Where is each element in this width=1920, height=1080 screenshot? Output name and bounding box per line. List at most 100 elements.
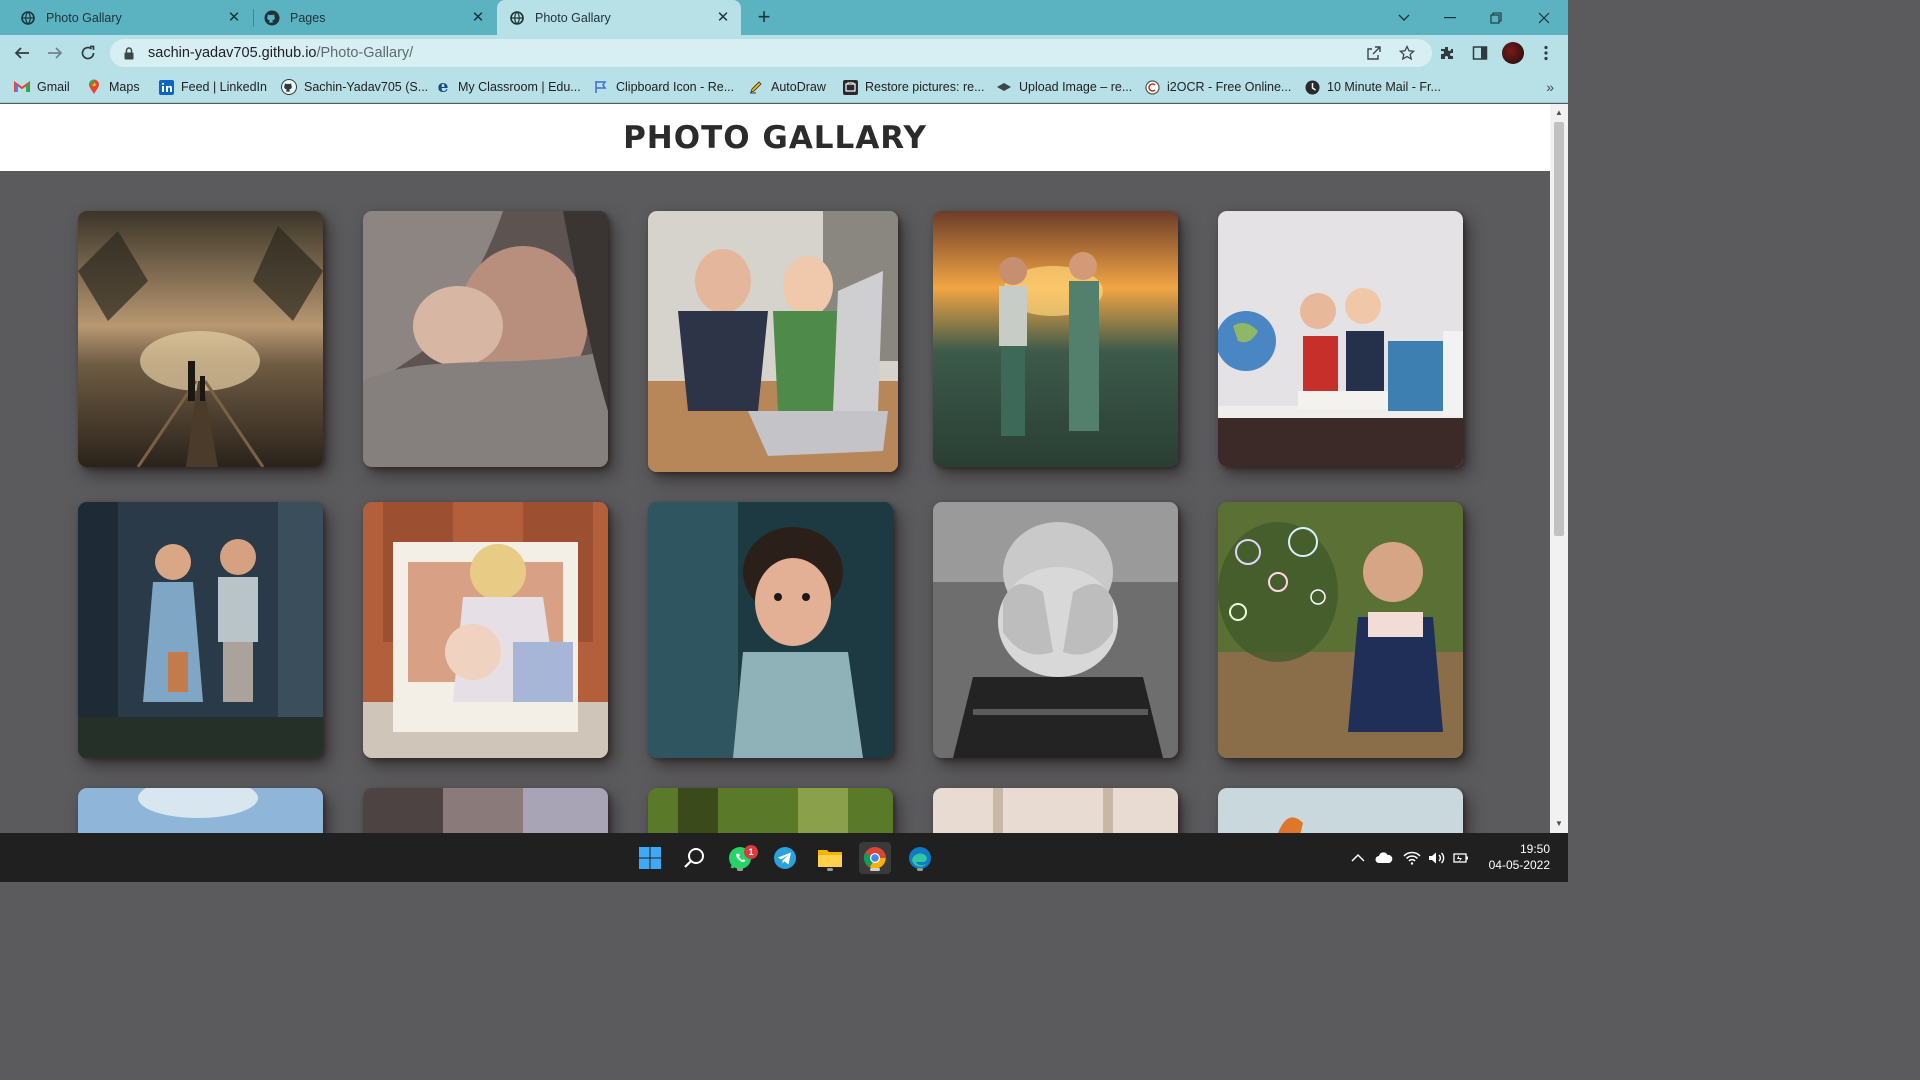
tab-strip: Photo Gallary ✕ Pages ✕ Photo Gallary ✕ …	[0, 0, 1568, 35]
photo-father-and-child-on-railway-tracks[interactable]	[78, 211, 323, 467]
i2ocr-icon	[1144, 79, 1160, 95]
mail-icon	[1304, 79, 1320, 95]
share-icon[interactable]	[1362, 39, 1386, 67]
gmail-icon	[14, 79, 30, 95]
tab-label: Pages	[290, 10, 326, 25]
close-window-icon[interactable]	[1521, 0, 1567, 35]
bookmark-label: AutoDraw	[771, 80, 826, 94]
flag-icon	[593, 79, 609, 95]
bookmark-label: My Classroom | Edu...	[458, 80, 581, 94]
tab-photo-gallary-1[interactable]: Photo Gallary ✕	[0, 0, 252, 35]
close-tab-icon[interactable]: ✕	[715, 9, 731, 26]
system-clock[interactable]: 19:50 04-05-2022	[1489, 841, 1550, 873]
clock-date: 04-05-2022	[1488, 858, 1550, 872]
browser-toolbar: sachin-yadav705.github.io/Photo-Gallary/	[0, 35, 1568, 71]
volume-icon[interactable]	[1428, 833, 1446, 882]
close-tab-icon[interactable]: ✕	[226, 9, 242, 26]
tab-label: Photo Gallary	[46, 10, 122, 25]
whatsapp-icon[interactable]: 1	[724, 842, 758, 874]
photo-child-covering-face-black-and-white[interactable]	[933, 502, 1178, 758]
forward-icon[interactable]	[43, 41, 67, 65]
tab-search-icon[interactable]	[1381, 0, 1427, 35]
github-icon	[281, 79, 297, 95]
running-indicator	[737, 868, 743, 871]
photo-two-children-in-forest[interactable]	[78, 502, 323, 758]
bookmark-i2ocr[interactable]: i2OCR - Free Online...	[1144, 71, 1291, 103]
page-scrollbar[interactable]: ▲ ▼	[1550, 104, 1568, 833]
more-bookmarks-icon[interactable]: »	[1546, 71, 1554, 103]
url-path: /Photo-Gallary/	[316, 45, 414, 61]
bookmark-restore-pictures[interactable]: Restore pictures: re...	[842, 71, 985, 103]
photo-girl-hugging-baby-on-chair[interactable]	[363, 502, 608, 758]
bookmark-upload-image[interactable]: Upload Image – re...	[996, 71, 1132, 103]
bookmark-maps[interactable]: Maps	[86, 71, 140, 103]
photo-two-toddlers-holding-hands-at-sunset[interactable]	[933, 211, 1178, 467]
battery-icon[interactable]	[1453, 833, 1471, 882]
photo-curly-haired-boy-portrait[interactable]	[648, 502, 893, 758]
bookmark-label: Feed | LinkedIn	[181, 80, 267, 94]
photo-two-boys-with-globe-and-books[interactable]	[1218, 211, 1463, 467]
avatar	[1502, 42, 1524, 64]
bookmark-github[interactable]: Sachin-Yadav705 (S...	[281, 71, 428, 103]
photo-kids-cheering-at-laptop[interactable]	[648, 211, 898, 472]
side-panel-icon[interactable]	[1468, 41, 1492, 65]
onedrive-icon[interactable]	[1375, 833, 1393, 882]
edge-icon[interactable]	[904, 842, 936, 874]
tab-label: Photo Gallary	[535, 10, 611, 25]
bookmark-linkedin[interactable]: Feed | LinkedIn	[158, 71, 267, 103]
bookmark-clipboard-icon[interactable]: Clipboard Icon - Re...	[593, 71, 734, 103]
address-bar[interactable]: sachin-yadav705.github.io/Photo-Gallary/	[110, 39, 1432, 67]
windows-taskbar: 1 19:50 04-05-2022	[0, 833, 1568, 882]
bookmarks-bar: Gmail Maps Feed | LinkedIn Sachin-Yadav7…	[0, 71, 1568, 103]
back-icon[interactable]	[10, 41, 34, 65]
profile-avatar[interactable]	[1501, 41, 1525, 65]
lock-icon[interactable]	[122, 46, 136, 60]
linkedin-icon	[158, 79, 174, 95]
photo-toy-partial[interactable]	[1218, 788, 1463, 833]
bookmark-10-minute-mail[interactable]: 10 Minute Mail - Fr...	[1304, 71, 1441, 103]
bookmark-edureka[interactable]: e My Classroom | Edu...	[435, 71, 581, 103]
show-hidden-icons-icon[interactable]	[1351, 833, 1365, 882]
scroll-thumb[interactable]	[1554, 122, 1564, 536]
restore-icon	[842, 79, 858, 95]
windows-start-icon[interactable]	[634, 842, 666, 874]
tab-pages[interactable]: Pages ✕	[254, 0, 496, 35]
bookmark-label: Upload Image – re...	[1019, 80, 1133, 94]
scroll-up-icon[interactable]: ▲	[1554, 108, 1564, 118]
tab-photo-gallary-active[interactable]: Photo Gallary ✕	[497, 0, 741, 35]
search-icon[interactable]	[679, 842, 711, 874]
bookmark-label: Clipboard Icon - Re...	[616, 80, 735, 94]
page-header: PHOTO GALLARY	[0, 104, 1550, 171]
photo-father-with-sleeping-baby[interactable]	[363, 211, 608, 467]
globe-icon	[509, 10, 525, 26]
chrome-icon[interactable]	[859, 842, 891, 874]
reload-icon[interactable]	[76, 41, 100, 65]
new-tab-icon[interactable]: +	[752, 6, 776, 30]
scroll-down-icon[interactable]: ▼	[1554, 819, 1564, 829]
running-indicator	[917, 868, 923, 871]
edureka-icon: e	[437, 77, 449, 97]
file-explorer-icon[interactable]	[814, 842, 846, 874]
restore-window-icon[interactable]	[1473, 0, 1519, 35]
bookmark-label: i2OCR - Free Online...	[1167, 80, 1292, 94]
minimize-icon[interactable]	[1427, 0, 1473, 35]
page-title: PHOTO GALLARY	[623, 119, 927, 156]
wifi-icon[interactable]	[1403, 833, 1421, 882]
bookmark-gmail[interactable]: Gmail	[14, 71, 70, 103]
close-tab-icon[interactable]: ✕	[470, 9, 486, 26]
telegram-icon[interactable]	[769, 842, 801, 874]
photo-girl-blowing-bubbles[interactable]	[1218, 502, 1463, 758]
maps-icon	[86, 79, 102, 95]
photo-room-partial[interactable]	[933, 788, 1178, 833]
running-indicator	[870, 868, 880, 871]
photo-sky-partial[interactable]	[78, 788, 323, 833]
bookmark-label: Restore pictures: re...	[865, 80, 985, 94]
photo-forest-partial[interactable]	[648, 788, 893, 833]
bookmark-autodraw[interactable]: AutoDraw	[748, 71, 826, 103]
url-host: sachin-yadav705.github.io	[148, 45, 317, 61]
url-text: sachin-yadav705.github.io/Photo-Gallary/	[148, 45, 413, 61]
menu-icon[interactable]	[1534, 41, 1558, 65]
photo-road-partial[interactable]	[363, 788, 608, 833]
extensions-icon[interactable]	[1435, 41, 1459, 65]
bookmark-star-icon[interactable]	[1395, 39, 1419, 67]
